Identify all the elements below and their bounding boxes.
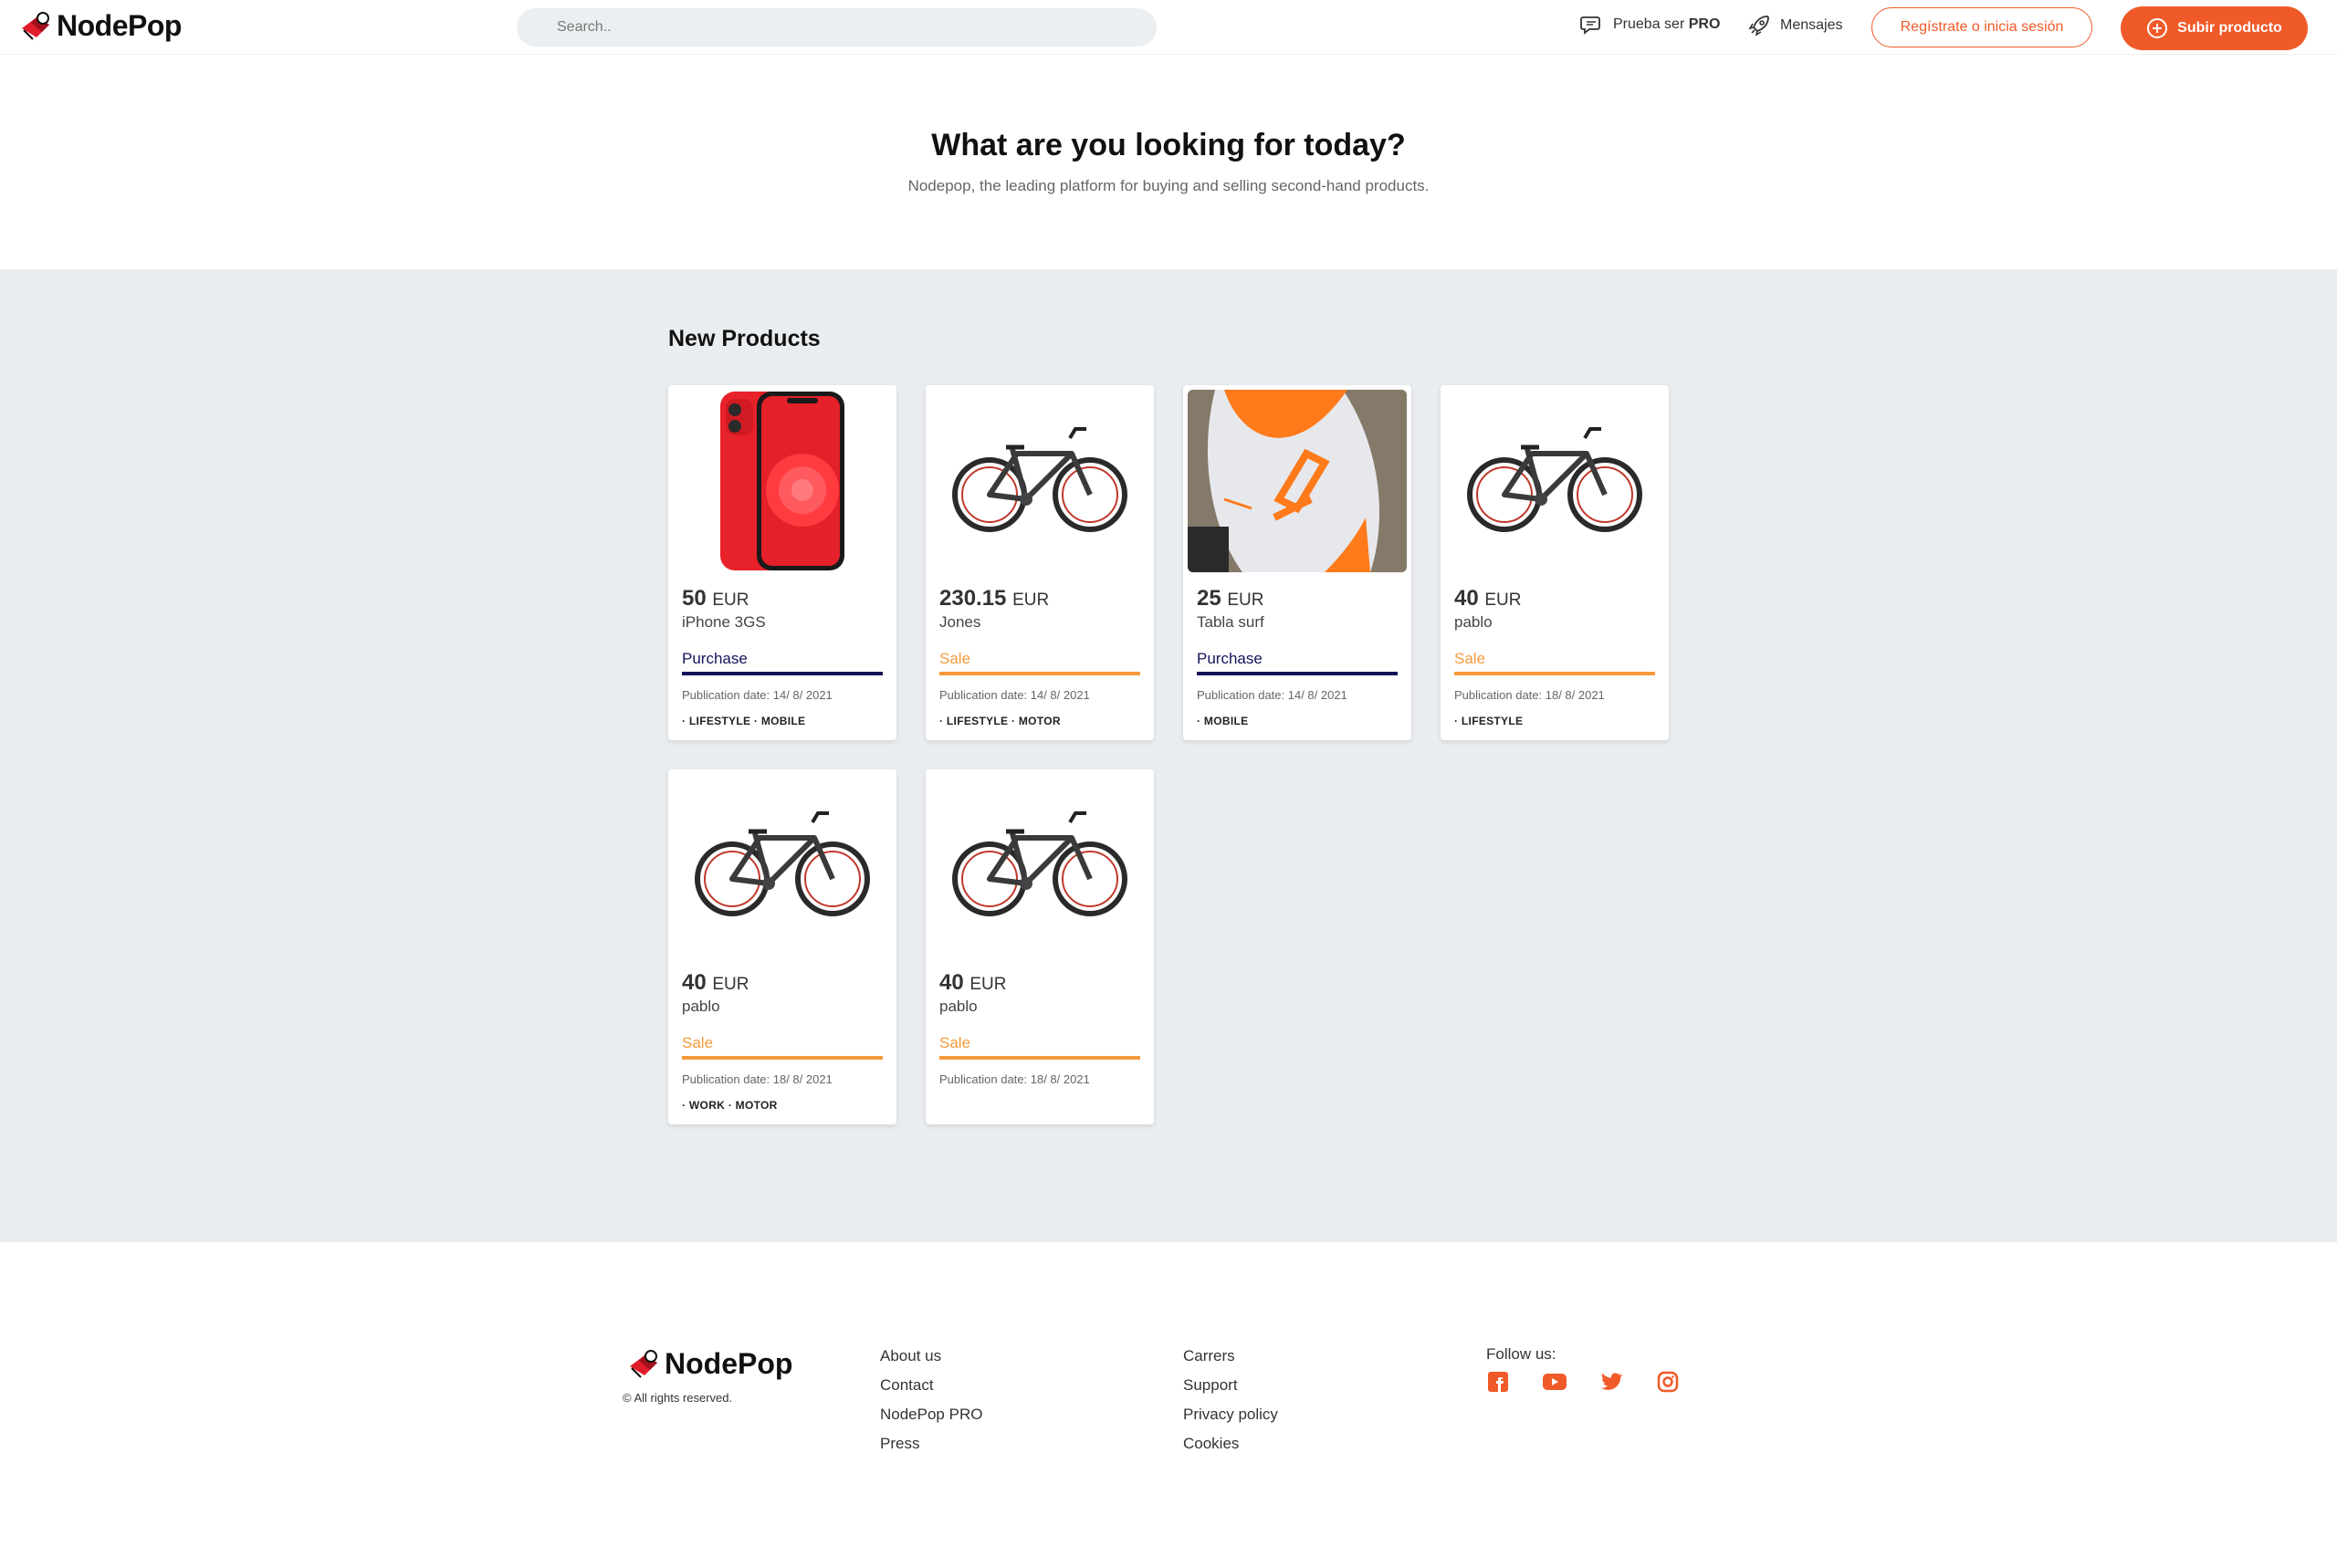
hero-title: What are you looking for today? [931,128,1406,162]
product-type: Purchase [682,650,748,667]
social-links [1486,1370,1680,1394]
product-image [930,390,1149,572]
pro-badge: PRO [1688,16,1721,32]
type-underline [682,1056,883,1060]
footer-links-column-2: Carrers Support Privacy policy Cookies [1183,1348,1278,1452]
pro-label: Prueba ser PRO [1613,16,1721,32]
footer: NodePop © All rights reserved. About us … [0,1242,2337,1568]
footer-link-cookies[interactable]: Cookies [1183,1436,1278,1452]
product-card[interactable]: 40 EUR pablo Sale Publication date: 18/ … [1441,385,1669,740]
bike-image [952,427,1127,532]
product-tags: · LIFESTYLE · MOBILE [682,715,806,727]
products-section: New Products 50 EUR iPhone 3GS Purchase … [0,269,2337,1242]
product-card[interactable]: 40 EUR pablo Sale Publication date: 18/ … [668,769,896,1124]
product-type: Sale [939,1034,971,1051]
youtube-icon[interactable] [1543,1370,1567,1394]
upload-product-button[interactable]: Subir producto [2121,6,2308,50]
surfboard-image [1188,390,1407,572]
product-type: Sale [682,1034,714,1051]
footer-link-contact[interactable]: Contact [880,1377,982,1394]
product-price: 230.15 EUR [939,586,1050,611]
messages-label: Mensajes [1780,17,1843,33]
type-underline [1454,672,1655,675]
product-card[interactable]: 230.15 EUR Jones Sale Publication date: … [926,385,1154,740]
rocket-icon [1748,16,1769,37]
hero-section: What are you looking for today? Nodepop,… [0,55,2337,269]
product-card[interactable]: 40 EUR pablo Sale Publication date: 18/ … [926,769,1154,1124]
plus-circle-icon [2147,18,2168,38]
type-underline [939,1056,1140,1060]
login-button[interactable]: Regístrate o inicia sesión [1871,7,2092,47]
product-price: 40 EUR [939,970,1007,995]
bike-image [952,811,1127,916]
product-name: pablo [682,998,720,1015]
pro-link[interactable]: Prueba ser PRO [1580,14,1720,36]
product-tags: · MOBILE [1197,715,1249,727]
bike-image [695,811,870,916]
publication-date: Publication date: 14/ 8/ 2021 [939,688,1090,702]
twitter-icon[interactable] [1599,1370,1623,1394]
footer-link-privacy[interactable]: Privacy policy [1183,1406,1278,1423]
bike-image [1467,427,1642,532]
upload-label: Subir producto [2177,20,2282,36]
product-type: Sale [939,650,971,667]
product-tags: · WORK · MOTOR [682,1099,778,1112]
product-image [1188,390,1407,572]
search-input[interactable] [517,8,1157,47]
publication-date: Publication date: 18/ 8/ 2021 [939,1072,1090,1086]
product-name: pablo [939,998,978,1015]
product-card[interactable]: 25 EUR Tabla surf Purchase Publication d… [1183,385,1411,740]
product-type: Purchase [1197,650,1263,667]
footer-link-careers[interactable]: Carrers [1183,1348,1278,1364]
messages-link[interactable]: Mensajes [1747,14,1842,37]
footer-logo-text: NodePop [665,1347,793,1380]
product-name: Jones [939,613,981,631]
publication-date: Publication date: 14/ 8/ 2021 [682,688,833,702]
section-title: New Products [668,326,821,351]
product-card[interactable]: 50 EUR iPhone 3GS Purchase Publication d… [668,385,896,740]
product-price: 25 EUR [1197,586,1264,611]
phone-image [720,392,844,570]
product-image [1445,390,1664,572]
type-underline [939,672,1140,675]
nodepop-logo[interactable]: NodePop [18,9,182,43]
product-name: iPhone 3GS [682,613,766,631]
product-image [673,390,892,572]
logo-text: NodePop [57,9,182,42]
instagram-icon[interactable] [1656,1370,1680,1394]
type-underline [1197,672,1398,675]
product-tags: · LIFESTYLE · MOTOR [939,715,1061,727]
follow-label: Follow us: [1486,1345,1556,1363]
footer-link-press[interactable]: Press [880,1436,982,1452]
product-name: pablo [1454,613,1493,631]
chat-bubble-icon [1580,16,1600,35]
publication-date: Publication date: 18/ 8/ 2021 [1454,688,1605,702]
footer-logo[interactable]: NodePop [626,1347,792,1381]
product-price: 50 EUR [682,586,749,611]
logo-mark-icon [630,1349,657,1378]
footer-links-column-1: About us Contact NodePop PRO Press [880,1348,982,1452]
product-price: 40 EUR [1454,586,1522,611]
product-tags: · LIFESTYLE [1454,715,1524,727]
product-price: 40 EUR [682,970,749,995]
product-image [930,774,1149,956]
copyright: © All rights reserved. [623,1391,733,1405]
footer-link-support[interactable]: Support [1183,1377,1278,1394]
hero-subtitle: Nodepop, the leading platform for buying… [907,177,1430,194]
product-name: Tabla surf [1197,613,1264,631]
facebook-icon[interactable] [1486,1370,1510,1394]
top-navbar: NodePop Prueba ser PRO Mensajes Regístra… [0,0,2337,55]
logo-mark-icon [22,11,49,40]
footer-link-about[interactable]: About us [880,1348,982,1364]
footer-link-pro[interactable]: NodePop PRO [880,1406,982,1423]
product-type: Sale [1454,650,1486,667]
publication-date: Publication date: 18/ 8/ 2021 [682,1072,833,1086]
type-underline [682,672,883,675]
publication-date: Publication date: 14/ 8/ 2021 [1197,688,1347,702]
product-image [673,774,892,956]
